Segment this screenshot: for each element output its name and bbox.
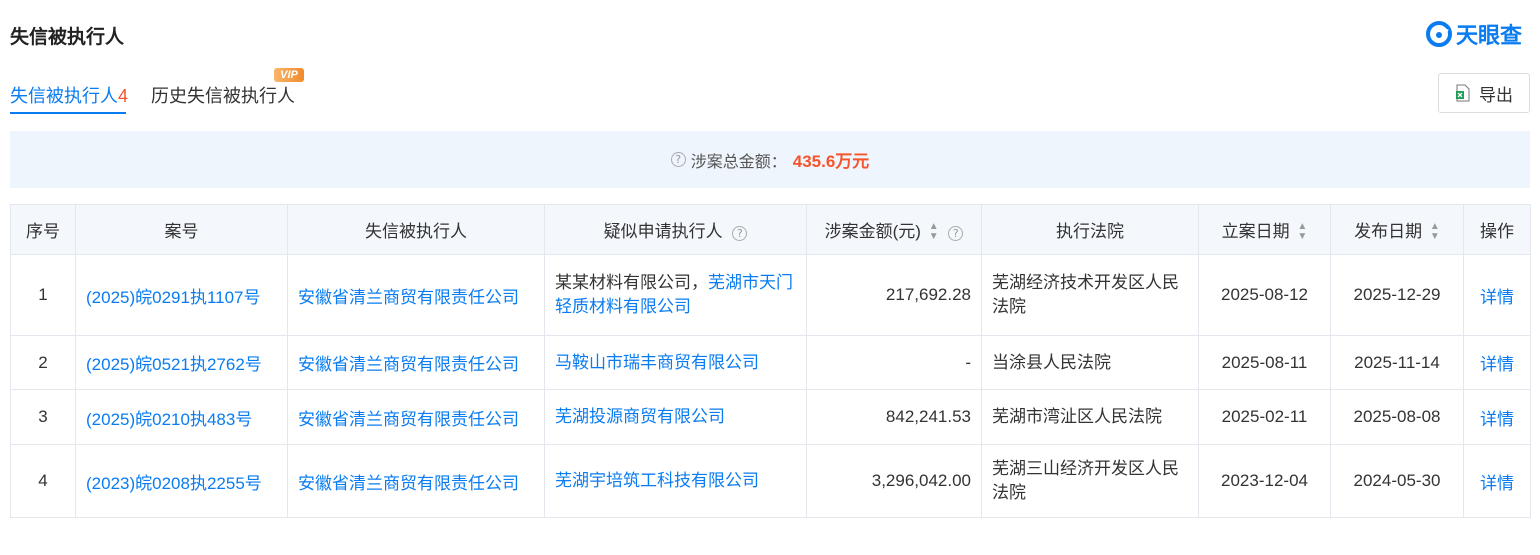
col-header-court: 执行法院 [981, 204, 1199, 255]
cell-amount: 842,241.53 [806, 389, 982, 445]
sort-arrows-icon[interactable]: ▲ ▼ [1430, 222, 1440, 242]
cell-amount: 3,296,042.00 [806, 444, 982, 518]
detail-link[interactable]: 详情 [1463, 444, 1531, 518]
active-tab-indicator [10, 112, 126, 114]
cell-published-date: 2024-05-30 [1330, 444, 1464, 518]
page-title: 失信被执行人 [10, 27, 125, 48]
col-header-filed-date[interactable]: 立案日期 ▲ ▼ [1198, 204, 1331, 255]
col-header-applicant-label: 疑似申请执行人 [603, 222, 723, 241]
col-header-action: 操作 [1463, 204, 1531, 255]
table-header-row: 序号 案号 失信被执行人 疑似申请执行人 ? 涉案金额(元) ▲ ▼ ? 执行法院… [10, 204, 1531, 255]
cell-applicant: 某某材料有限公司，芜湖市天门轻质材料有限公司 [544, 254, 807, 336]
table-row: 1 (2025)皖0291执1107号 安徽省清兰商贸有限责任公司 某某材料有限… [10, 254, 1531, 336]
dishonest-debtors-table: 序号 案号 失信被执行人 疑似申请执行人 ? 涉案金额(元) ▲ ▼ ? 执行法院… [10, 204, 1531, 518]
excel-icon [1456, 84, 1470, 102]
detail-link[interactable]: 详情 [1463, 389, 1531, 445]
tab-label: 失信被执行人 [10, 86, 118, 106]
cell-court: 芜湖经济技术开发区人民法院 [981, 254, 1199, 336]
table-row: 4 (2023)皖0208执2255号 安徽省清兰商贸有限责任公司 芜湖宇培筑工… [10, 444, 1531, 518]
cell-published-date: 2025-12-29 [1330, 254, 1464, 336]
export-label: 导出 [1479, 85, 1513, 105]
cell-filed-date: 2025-08-12 [1198, 254, 1331, 336]
court-text: 芜湖市湾沚区人民法院 [992, 407, 1162, 426]
vip-badge: VIP [274, 68, 304, 82]
cell-amount: 217,692.28 [806, 254, 982, 336]
cell-index: 3 [10, 389, 76, 445]
applicant-link[interactable]: 芜湖宇培筑工科技有限公司 [555, 471, 759, 490]
cell-index: 4 [10, 444, 76, 518]
tianyancha-logo[interactable]: 天眼查 [1426, 20, 1522, 48]
sort-arrows-icon[interactable]: ▲ ▼ [1297, 222, 1307, 242]
col-header-index: 序号 [10, 204, 76, 255]
table-row: 2 (2025)皖0521执2762号 安徽省清兰商贸有限责任公司 马鞍山市瑞丰… [10, 335, 1531, 390]
cell-applicant: 芜湖宇培筑工科技有限公司 [544, 444, 807, 518]
cell-amount: - [806, 335, 982, 390]
cell-published-date: 2025-08-08 [1330, 389, 1464, 445]
cell-filed-date: 2025-02-11 [1198, 389, 1331, 445]
col-header-case-no: 案号 [75, 204, 288, 255]
col-header-applicant: 疑似申请执行人 ? [544, 204, 807, 255]
applicant-link[interactable]: 马鞍山市瑞丰商贸有限公司 [555, 353, 759, 372]
table-row: 3 (2025)皖0210执483号 安徽省清兰商贸有限责任公司 芜湖投源商贸有… [10, 389, 1531, 445]
debtor-link[interactable]: 安徽省清兰商贸有限责任公司 [287, 444, 545, 518]
export-button[interactable]: 导出 [1438, 73, 1530, 113]
cell-applicant: 芜湖投源商贸有限公司 [544, 389, 807, 445]
court-text: 当涂县人民法院 [992, 352, 1111, 372]
tab-dishonest-debtors[interactable]: 失信被执行人4 [10, 82, 128, 108]
case-no-link[interactable]: (2025)皖0210执483号 [75, 389, 288, 445]
debtor-link[interactable]: 安徽省清兰商贸有限责任公司 [287, 254, 545, 336]
debtor-link[interactable]: 安徽省清兰商贸有限责任公司 [287, 335, 545, 390]
applicant-link[interactable]: 芜湖投源商贸有限公司 [555, 407, 725, 426]
detail-link[interactable]: 详情 [1463, 335, 1531, 390]
col-header-amount[interactable]: 涉案金额(元) ▲ ▼ ? [806, 204, 982, 255]
logo-icon [1426, 21, 1452, 47]
question-circle-icon[interactable]: ? [948, 225, 964, 241]
tab-history-dishonest-debtors[interactable]: 历史失信被执行人 [151, 82, 295, 108]
cell-court: 芜湖三山经济开发区人民法院 [981, 444, 1199, 518]
detail-link[interactable]: 详情 [1463, 254, 1531, 336]
case-no-link[interactable]: (2025)皖0521执2762号 [75, 335, 288, 390]
col-header-debtor: 失信被执行人 [287, 204, 545, 255]
col-header-published-date[interactable]: 发布日期 ▲ ▼ [1330, 204, 1464, 255]
question-circle-icon[interactable]: ? [732, 226, 748, 241]
cell-filed-date: 2025-08-11 [1198, 335, 1331, 390]
debtor-link[interactable]: 安徽省清兰商贸有限责任公司 [287, 389, 545, 445]
tab-label: 历史失信被执行人 [151, 86, 295, 106]
total-amount-value: 435.6万元 [792, 152, 870, 171]
applicant-text: 某某材料有限公司， [555, 273, 708, 292]
cell-court: 当涂县人民法院 [981, 335, 1199, 390]
col-header-published-date-label: 发布日期 [1354, 221, 1423, 241]
logo-text: 天眼查 [1456, 23, 1523, 48]
court-text: 芜湖经济技术开发区人民法院 [992, 273, 1179, 316]
court-text: 芜湖三山经济开发区人民法院 [992, 459, 1179, 502]
question-circle-icon[interactable]: ? [670, 152, 686, 167]
total-amount-bar: ? 涉案总金额： 435.6万元 [10, 131, 1530, 188]
case-no-link[interactable]: (2025)皖0291执1107号 [75, 254, 288, 336]
tab-count: 4 [118, 86, 129, 106]
cell-index: 1 [10, 254, 76, 336]
col-header-filed-date-label: 立案日期 [1221, 221, 1290, 241]
cell-filed-date: 2023-12-04 [1198, 444, 1331, 518]
case-no-link[interactable]: (2023)皖0208执2255号 [75, 444, 288, 518]
total-amount-label: 涉案总金额： [690, 153, 787, 171]
cell-applicant: 马鞍山市瑞丰商贸有限公司 [544, 335, 807, 390]
sort-arrows-icon[interactable]: ▲ ▼ [929, 222, 939, 242]
cell-court: 芜湖市湾沚区人民法院 [981, 389, 1199, 445]
col-header-amount-label: 涉案金额(元) [824, 221, 921, 241]
cell-index: 2 [10, 335, 76, 390]
cell-published-date: 2025-11-14 [1330, 335, 1464, 390]
